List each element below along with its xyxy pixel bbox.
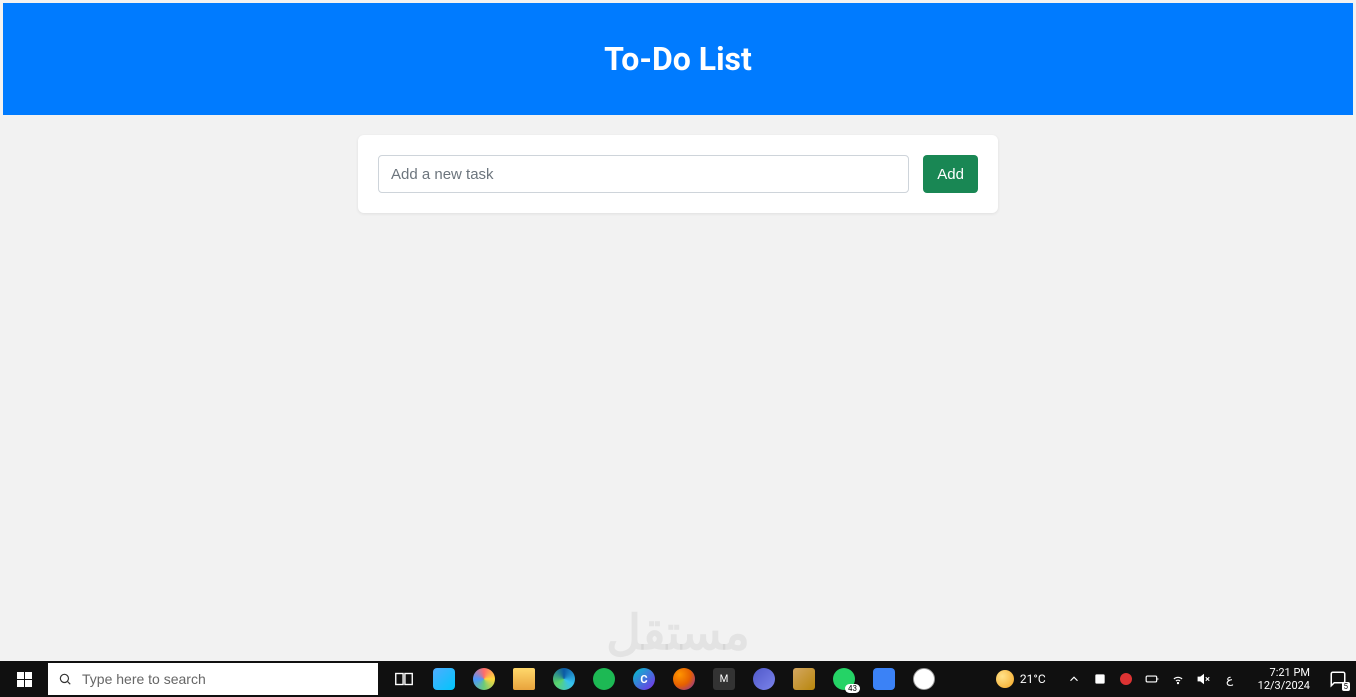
weather-temp: 21°C [1020, 672, 1046, 686]
spotify-icon[interactable] [586, 661, 622, 697]
search-icon [58, 672, 72, 686]
sun-icon [996, 670, 1014, 688]
start-button[interactable] [0, 661, 48, 697]
store-icon[interactable] [426, 661, 462, 697]
canva-icon[interactable]: C [626, 661, 662, 697]
badge-count: 43 [845, 684, 860, 693]
taskbar-apps: C M 43 [378, 661, 942, 697]
battery-icon[interactable] [1142, 669, 1162, 689]
action-center-button[interactable]: 5 [1320, 661, 1356, 697]
file-explorer-icon[interactable] [506, 661, 542, 697]
app-header: To-Do List [3, 3, 1353, 115]
system-tray: ع [1056, 669, 1248, 689]
whatsapp-icon[interactable]: 43 [826, 661, 862, 697]
dropbox-icon[interactable] [1090, 669, 1110, 689]
add-button[interactable]: Add [923, 155, 978, 193]
wifi-icon[interactable] [1168, 669, 1188, 689]
notification-badge: 5 [1342, 682, 1351, 691]
copilot-icon[interactable] [466, 661, 502, 697]
taskbar: C M 43 21°C [0, 661, 1356, 697]
weather-widget[interactable]: 21°C [986, 670, 1056, 688]
content-area: Add [3, 115, 1353, 213]
time-text: 7:21 PM [1258, 666, 1310, 679]
task-input[interactable] [378, 155, 909, 193]
taskbar-search[interactable] [48, 663, 378, 695]
input-row: Add [378, 155, 978, 193]
teams-icon[interactable] [746, 661, 782, 697]
app-blue-icon[interactable] [866, 661, 902, 697]
language-indicator[interactable]: ع [1220, 669, 1240, 689]
page-title: To-Do List [604, 40, 752, 78]
watermark: مستقل [606, 605, 750, 661]
taskbar-search-input[interactable] [82, 671, 368, 687]
tray-app-icon[interactable] [1116, 669, 1136, 689]
date-text: 12/3/2024 [1258, 679, 1310, 692]
chevron-up-icon[interactable] [1064, 669, 1084, 689]
chatgpt-icon[interactable] [906, 661, 942, 697]
task-card: Add [358, 135, 998, 213]
package-icon[interactable] [786, 661, 822, 697]
clock[interactable]: 7:21 PM 12/3/2024 [1248, 666, 1320, 692]
windows-icon [17, 672, 32, 687]
edge-icon[interactable] [546, 661, 582, 697]
firefox-icon[interactable] [666, 661, 702, 697]
task-view-icon[interactable] [386, 661, 422, 697]
volume-icon[interactable] [1194, 669, 1214, 689]
app-m-icon[interactable]: M [706, 661, 742, 697]
